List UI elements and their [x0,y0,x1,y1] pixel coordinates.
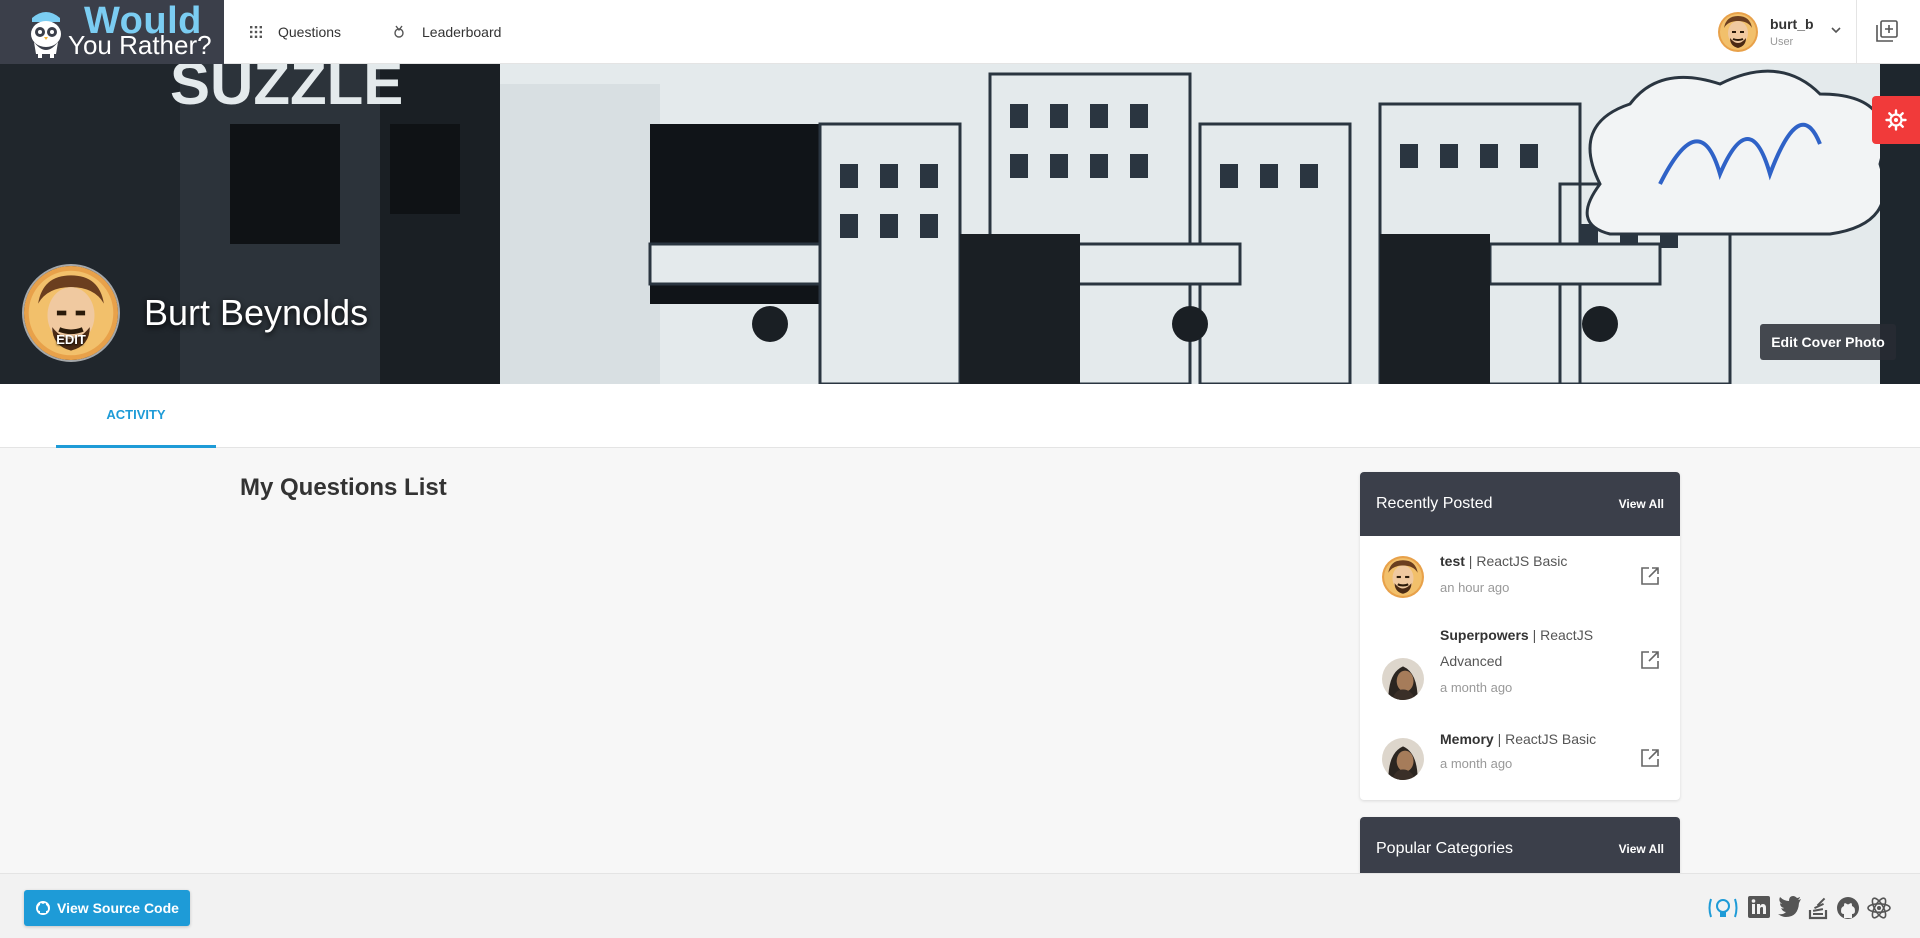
post-title: test | ReactJS Basic [1440,553,1568,569]
post-time: a month ago [1440,756,1513,771]
popular-categories-header: Popular Categories View All [1360,817,1680,881]
settings-tab[interactable] [1872,96,1920,144]
popular-categories-view-all[interactable]: View All [1619,842,1664,856]
profile-name: Burt Beynolds [144,292,369,333]
post-avatar [1382,658,1424,700]
navbar-divider [1856,0,1857,64]
open-external-icon[interactable] [1640,566,1660,586]
trophy-icon [394,25,404,38]
post-name: Superpowers [1440,627,1529,643]
owl-logo-icon [31,12,61,58]
add-question-icon[interactable] [1876,20,1898,42]
post-title: Memory | ReactJS Basic [1440,731,1597,747]
brand-title-line2: You Rather? [68,30,212,60]
svg-text:SUZZLE: SUZZLE [170,64,403,117]
cover-photo: SUZZLE EDIT Burt Beynolds Edit Cover Pho… [0,64,1920,384]
post-name: Memory [1440,731,1494,747]
open-external-icon[interactable] [1640,748,1660,768]
popular-categories-title: Popular Categories [1376,840,1513,857]
avatar-edit-label[interactable]: EDIT [22,332,120,347]
post-category: ReactJS Basic [1476,553,1568,569]
chevron-down-icon [1831,27,1841,34]
top-navbar: Would You Rather? Questions Leaderboard … [0,0,1920,64]
stackoverflow-icon[interactable] [1808,896,1830,920]
user-name: burt_b [1770,16,1814,32]
post-category: ReactJS Basic [1505,731,1597,747]
footer: View Source Code [0,873,1920,938]
popular-categories-widget: Popular Categories View All [1360,817,1680,881]
recently-posted-header: Recently Posted View All [1360,472,1680,536]
post-time: a month ago [1440,680,1513,695]
gear-icon [1885,109,1907,131]
profile-tabbar: ACTIVITY [0,384,1920,448]
post-name: test [1440,553,1465,569]
recently-posted-widget: Recently Posted View All test | ReactJS … [1360,472,1680,800]
brand-logo[interactable]: Would You Rather? [0,0,224,64]
post-avatar [1382,556,1424,598]
nav-leaderboard[interactable]: Leaderboard [392,0,501,64]
github-icon [36,901,51,915]
recently-posted-view-all[interactable]: View All [1619,497,1664,511]
nav-leaderboard-label: Leaderboard [422,24,502,40]
nav-questions-label: Questions [278,24,342,40]
post-avatar [1382,738,1424,780]
edit-cover-photo-button[interactable]: Edit Cover Photo [1760,324,1896,360]
grid-icon [250,26,262,38]
view-source-code-button[interactable]: View Source Code [24,890,190,926]
profile-avatar[interactable] [22,264,120,362]
open-external-icon[interactable] [1640,650,1660,670]
user-role: User [1770,36,1794,48]
list-item[interactable]: test | ReactJS Basic an hour ago [1360,540,1680,624]
post-title: Superpowers | ReactJS Advanced [1440,627,1594,669]
post-time: an hour ago [1440,580,1510,595]
recently-posted-title: Recently Posted [1376,495,1493,512]
list-item[interactable]: Superpowers | ReactJS Advanced a month a… [1360,624,1680,734]
react-icon[interactable] [1866,896,1892,920]
page-title: My Questions List [240,474,447,501]
github-icon[interactable] [1836,896,1860,920]
tab-activity[interactable]: ACTIVITY [56,384,216,448]
list-item[interactable]: Memory | ReactJS Basic a month ago [1360,731,1680,800]
user-menu[interactable]: burt_b User [1718,10,1854,54]
lightbulb-icon[interactable] [1708,896,1738,920]
cover-mural-image: SUZZLE [0,64,1920,384]
view-source-code-label: View Source Code [57,900,179,916]
twitter-icon[interactable] [1778,896,1802,918]
user-avatar [1718,12,1758,52]
linkedin-icon[interactable] [1748,896,1770,918]
nav-questions[interactable]: Questions [250,0,341,64]
